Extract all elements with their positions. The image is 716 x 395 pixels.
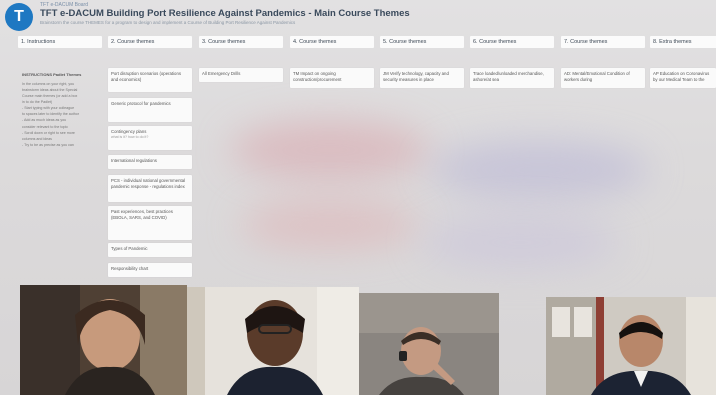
padlet-card[interactable]: Types of Pandemic [108, 243, 192, 257]
card-subtext: what is it? how to do it? [111, 134, 149, 139]
background-blur [230, 120, 430, 180]
padlet-card[interactable]: International regulations [108, 155, 192, 169]
padlet-card[interactable]: Past experiences, best practices (EBOLA,… [108, 206, 192, 240]
column-course-themes-2: 2. Course themes [108, 36, 192, 48]
tft-logo-icon[interactable]: T [5, 3, 33, 31]
padlet-card[interactable]: PCS - individual national governmental p… [108, 175, 192, 202]
column-course-themes-5: 5. Course themes [380, 36, 464, 48]
board-title: TFT e-DACUM Building Port Resilience Aga… [40, 8, 410, 19]
column-header[interactable]: 8. Extra themes [650, 36, 716, 48]
column-header[interactable]: 3. Course themes [199, 36, 283, 48]
instructions-text: INSTRUCTIONS Padlet Themes In the column… [22, 72, 100, 148]
padlet-card[interactable]: AP Education on Coronavirus by our Medic… [650, 68, 716, 88]
participant-1-icon [20, 285, 187, 395]
column-header[interactable]: 4. Course themes [290, 36, 374, 48]
column-course-themes-7: 7. Course themes [561, 36, 645, 48]
padlet-board: T TFT e-DACUM Board TFT e-DACUM Building… [0, 0, 716, 395]
participant-3-icon [359, 293, 499, 395]
column-course-themes-4: 4. Course themes [290, 36, 374, 48]
participant-video-3[interactable] [359, 293, 499, 395]
padlet-card[interactable]: AD: Mental/Emotional Condition of worker… [561, 68, 645, 88]
padlet-card[interactable]: Port disruption scenarios (operations an… [108, 68, 192, 92]
participant-4-icon [546, 297, 716, 395]
participant-video-1[interactable] [20, 285, 187, 395]
column-header[interactable]: 6. Course themes [470, 36, 554, 48]
participant-video-4[interactable] [546, 297, 716, 395]
participant-2-icon [187, 287, 359, 395]
column-instructions: 1. Instructions [18, 36, 102, 48]
column-header[interactable]: 7. Course themes [561, 36, 645, 48]
padlet-card[interactable]: All Emergency Drills [199, 68, 283, 82]
padlet-card[interactable]: TM Impact on ongoing construction/procur… [290, 68, 374, 88]
background-blur [420, 215, 620, 270]
padlet-card[interactable]: Contingency plans what is it? how to do … [108, 126, 192, 150]
column-header[interactable]: 2. Course themes [108, 36, 192, 48]
padlet-card[interactable]: Generic protocol for pandemics [108, 98, 192, 122]
padlet-card[interactable]: JM Verify technology, capacity and secur… [380, 68, 464, 88]
column-course-themes-3: 3. Course themes [199, 36, 283, 48]
padlet-card[interactable]: Trace loaded/unloaded merchandise, ashor… [470, 68, 554, 88]
participant-video-2[interactable] [187, 287, 359, 395]
column-course-themes-6: 6. Course themes [470, 36, 554, 48]
card-text: Contingency plans [111, 129, 147, 134]
instructions-heading: INSTRUCTIONS Padlet Themes [22, 72, 82, 77]
column-header[interactable]: 1. Instructions [18, 36, 102, 48]
background-blur [430, 140, 650, 200]
column-extra-themes: 8. Extra themes [650, 36, 716, 48]
column-header[interactable]: 5. Course themes [380, 36, 464, 48]
instruction-line: - Try to be as precise as you can [22, 142, 74, 147]
background-blur [240, 200, 420, 250]
board-header: T TFT e-DACUM Board TFT e-DACUM Building… [0, 0, 716, 32]
video-participants-strip [0, 285, 716, 395]
board-subtitle: Brainstorm the course THEMES for a progr… [40, 20, 296, 25]
padlet-card[interactable]: Responsibility chart [108, 263, 192, 277]
